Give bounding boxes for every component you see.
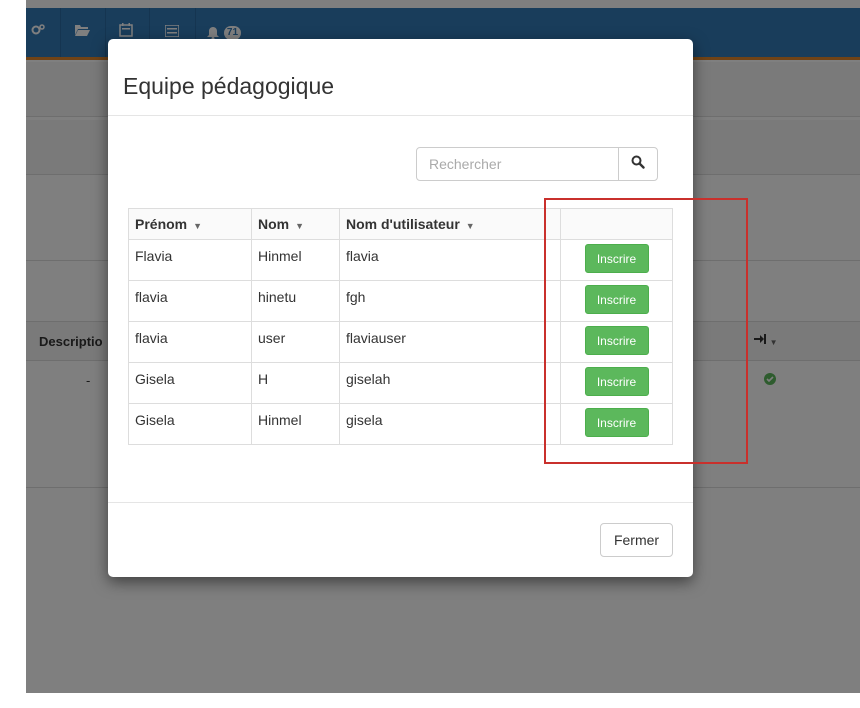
modal-title: Equipe pédagogique	[123, 73, 335, 99]
cell-nom: user	[251, 321, 340, 363]
cell-nom: Hinmel	[251, 239, 340, 281]
sort-caret-icon: ▼	[193, 221, 203, 231]
search-group	[416, 147, 658, 181]
cell-prenom: flavia	[128, 321, 252, 363]
sort-caret-icon: ▼	[465, 221, 475, 231]
cell-nom: H	[251, 362, 340, 404]
sort-caret-icon: ▼	[295, 221, 305, 231]
search-icon	[631, 155, 645, 174]
cell-prenom: flavia	[128, 280, 252, 322]
cell-prenom: Flavia	[128, 239, 252, 281]
cell-username: fgh	[339, 280, 561, 322]
cell-prenom: Gisela	[128, 403, 252, 445]
column-header-nom[interactable]: Nom ▼	[251, 208, 340, 240]
modal-header: Equipe pédagogique	[108, 39, 693, 116]
cell-username: flaviauser	[339, 321, 561, 363]
cell-username: flavia	[339, 239, 561, 281]
cell-nom: hinetu	[251, 280, 340, 322]
cell-prenom: Gisela	[128, 362, 252, 404]
cell-nom: Hinmel	[251, 403, 340, 445]
search-button[interactable]	[618, 147, 658, 181]
column-header-prenom[interactable]: Prénom ▼	[128, 208, 252, 240]
cell-username: gisela	[339, 403, 561, 445]
cell-username: giselah	[339, 362, 561, 404]
search-input[interactable]	[416, 147, 620, 181]
column-header-username[interactable]: Nom d'utilisateur ▼	[339, 208, 561, 240]
close-button[interactable]: Fermer	[600, 523, 673, 557]
highlight-annotation-box	[544, 198, 748, 464]
